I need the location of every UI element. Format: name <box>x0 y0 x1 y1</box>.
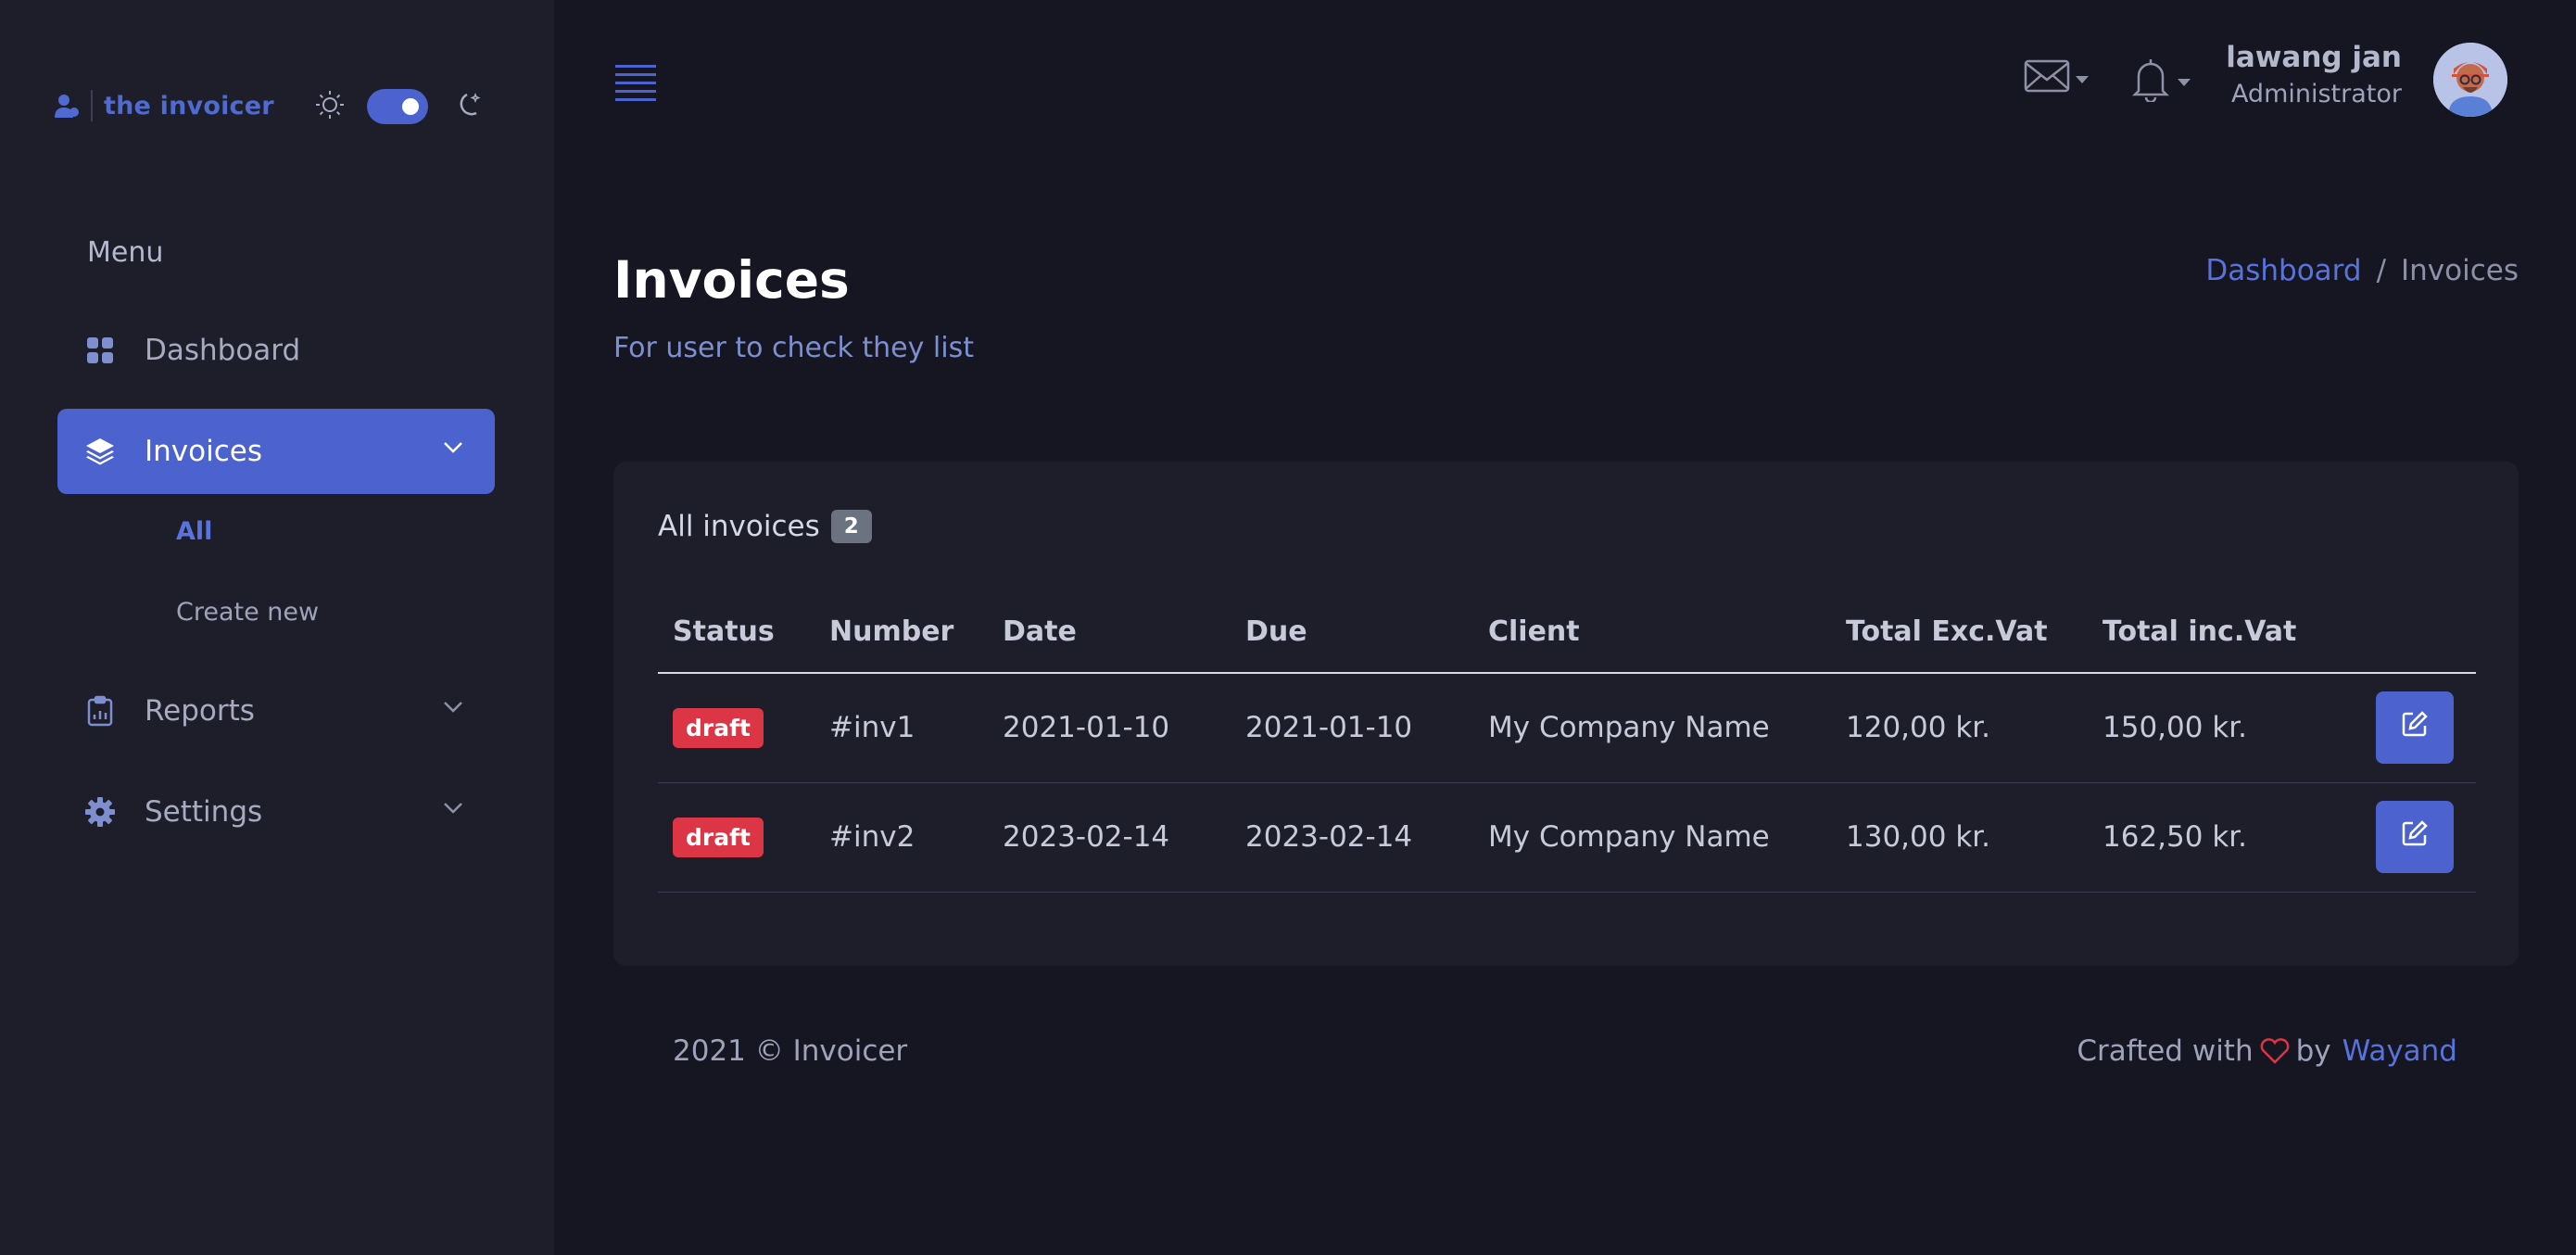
edit-button[interactable] <box>2376 801 2454 873</box>
page-title: Invoices <box>613 250 850 310</box>
client-cell: My Company Name <box>1473 673 1831 783</box>
status-badge: draft <box>673 707 764 748</box>
column-header[interactable]: Date <box>988 591 1231 674</box>
brand-logo[interactable]: the invoicer <box>54 87 274 124</box>
column-header[interactable]: Total inc.Vat <box>2088 591 2333 674</box>
mail-icon <box>2024 57 2070 98</box>
caret-down-icon <box>2178 79 2191 86</box>
sidebar-item-label: Invoices <box>145 435 262 468</box>
sidebar: the invoicer Menu Dashboard Invoices All… <box>0 0 554 1255</box>
edit-icon <box>2401 710 2429 745</box>
date-cell: 2021-01-10 <box>988 673 1231 783</box>
table-row[interactable]: draft #inv1 2021-01-10 2021-01-10 My Com… <box>658 673 2476 783</box>
column-header-actions <box>2333 591 2476 674</box>
layers-icon <box>83 435 117 468</box>
sidebar-item-dashboard[interactable]: Dashboard <box>57 308 495 393</box>
card-title-text: All invoices <box>658 510 820 543</box>
sidebar-subitem-create-new[interactable]: Create new <box>176 598 319 627</box>
edit-icon <box>2401 819 2429 855</box>
client-cell: My Company Name <box>1473 782 1831 893</box>
total-exc-cell: 130,00 kr. <box>1831 782 2088 893</box>
main-content: lawang jan Administrator Invoices For us… <box>554 0 2576 1255</box>
page-subtitle: For user to check they list <box>613 332 974 364</box>
heart-icon <box>2259 1037 2291 1065</box>
avatar[interactable] <box>2433 43 2507 117</box>
grid-icon <box>83 334 117 367</box>
footer-copyright: 2021 © Invoicer <box>673 1034 908 1068</box>
total-inc-cell: 162,50 kr. <box>2088 782 2333 893</box>
theme-switch <box>313 85 486 128</box>
invoices-table: Status Number Date Due Client Total Exc.… <box>658 591 2476 893</box>
column-header[interactable]: Due <box>1231 591 1473 674</box>
brand-name: the invoicer <box>104 91 274 120</box>
breadcrumb-link-dashboard[interactable]: Dashboard <box>2205 254 2361 287</box>
date-cell: 2023-02-14 <box>988 782 1231 893</box>
menu-title: Menu <box>87 236 164 269</box>
caret-down-icon <box>2076 76 2089 83</box>
messages-dropdown[interactable] <box>2024 57 2089 98</box>
invoices-card: All invoices 2 Status Number Date Due Cl… <box>613 462 2519 966</box>
gear-icon <box>83 795 117 829</box>
notifications-dropdown[interactable] <box>2129 56 2191 106</box>
number-cell: #inv1 <box>814 673 988 783</box>
brand-divider <box>91 90 93 121</box>
user-icon <box>54 91 82 120</box>
theme-toggle[interactable] <box>367 89 428 124</box>
footer-author-link[interactable]: Wayand <box>2342 1034 2457 1068</box>
edit-button[interactable] <box>2376 691 2454 765</box>
actions-cell <box>2333 782 2476 893</box>
menu-toggle-icon[interactable] <box>615 65 658 102</box>
chevron-down-icon <box>443 700 463 717</box>
column-header[interactable]: Client <box>1473 591 1831 674</box>
column-header[interactable]: Total Exc.Vat <box>1831 591 2088 674</box>
sidebar-item-invoices[interactable]: Invoices <box>57 409 495 494</box>
user-role: Administrator <box>2230 80 2402 108</box>
sun-icon[interactable] <box>313 88 347 125</box>
sidebar-item-label: Settings <box>145 795 263 829</box>
moon-icon[interactable] <box>454 89 486 124</box>
chevron-down-icon <box>443 801 463 818</box>
footer-credits: Crafted with by Wayand <box>2077 1034 2457 1068</box>
actions-cell <box>2333 673 2476 783</box>
footer-crafted-text: Crafted with <box>2077 1034 2254 1068</box>
status-cell: draft <box>658 782 814 893</box>
bell-icon <box>2129 56 2172 106</box>
table-row[interactable]: draft #inv2 2023-02-14 2023-02-14 My Com… <box>658 782 2476 893</box>
total-exc-cell: 120,00 kr. <box>1831 673 2088 783</box>
toggle-knob <box>402 98 419 115</box>
due-cell: 2021-01-10 <box>1231 673 1473 783</box>
table-header-row: Status Number Date Due Client Total Exc.… <box>658 591 2476 674</box>
breadcrumb-separator: / <box>2376 254 2387 287</box>
user-name[interactable]: lawang jan <box>2226 41 2402 74</box>
clipboard-chart-icon <box>83 694 117 728</box>
status-badge: draft <box>673 817 764 857</box>
sidebar-subitem-all[interactable]: All <box>176 517 212 546</box>
total-inc-cell: 150,00 kr. <box>2088 673 2333 783</box>
sidebar-item-label: Dashboard <box>145 334 301 367</box>
sidebar-item-reports[interactable]: Reports <box>57 668 495 754</box>
sidebar-item-settings[interactable]: Settings <box>57 769 495 855</box>
card-title: All invoices 2 <box>658 510 872 543</box>
sidebar-item-label: Reports <box>145 694 255 728</box>
due-cell: 2023-02-14 <box>1231 782 1473 893</box>
breadcrumb: Dashboard / Invoices <box>2205 254 2519 287</box>
count-badge: 2 <box>830 510 872 543</box>
chevron-down-icon <box>443 440 463 458</box>
number-cell: #inv2 <box>814 782 988 893</box>
breadcrumb-current: Invoices <box>2401 254 2519 287</box>
column-header[interactable]: Number <box>814 591 988 674</box>
column-header[interactable]: Status <box>658 591 814 674</box>
footer-by-text: by <box>2295 1034 2331 1068</box>
status-cell: draft <box>658 673 814 783</box>
